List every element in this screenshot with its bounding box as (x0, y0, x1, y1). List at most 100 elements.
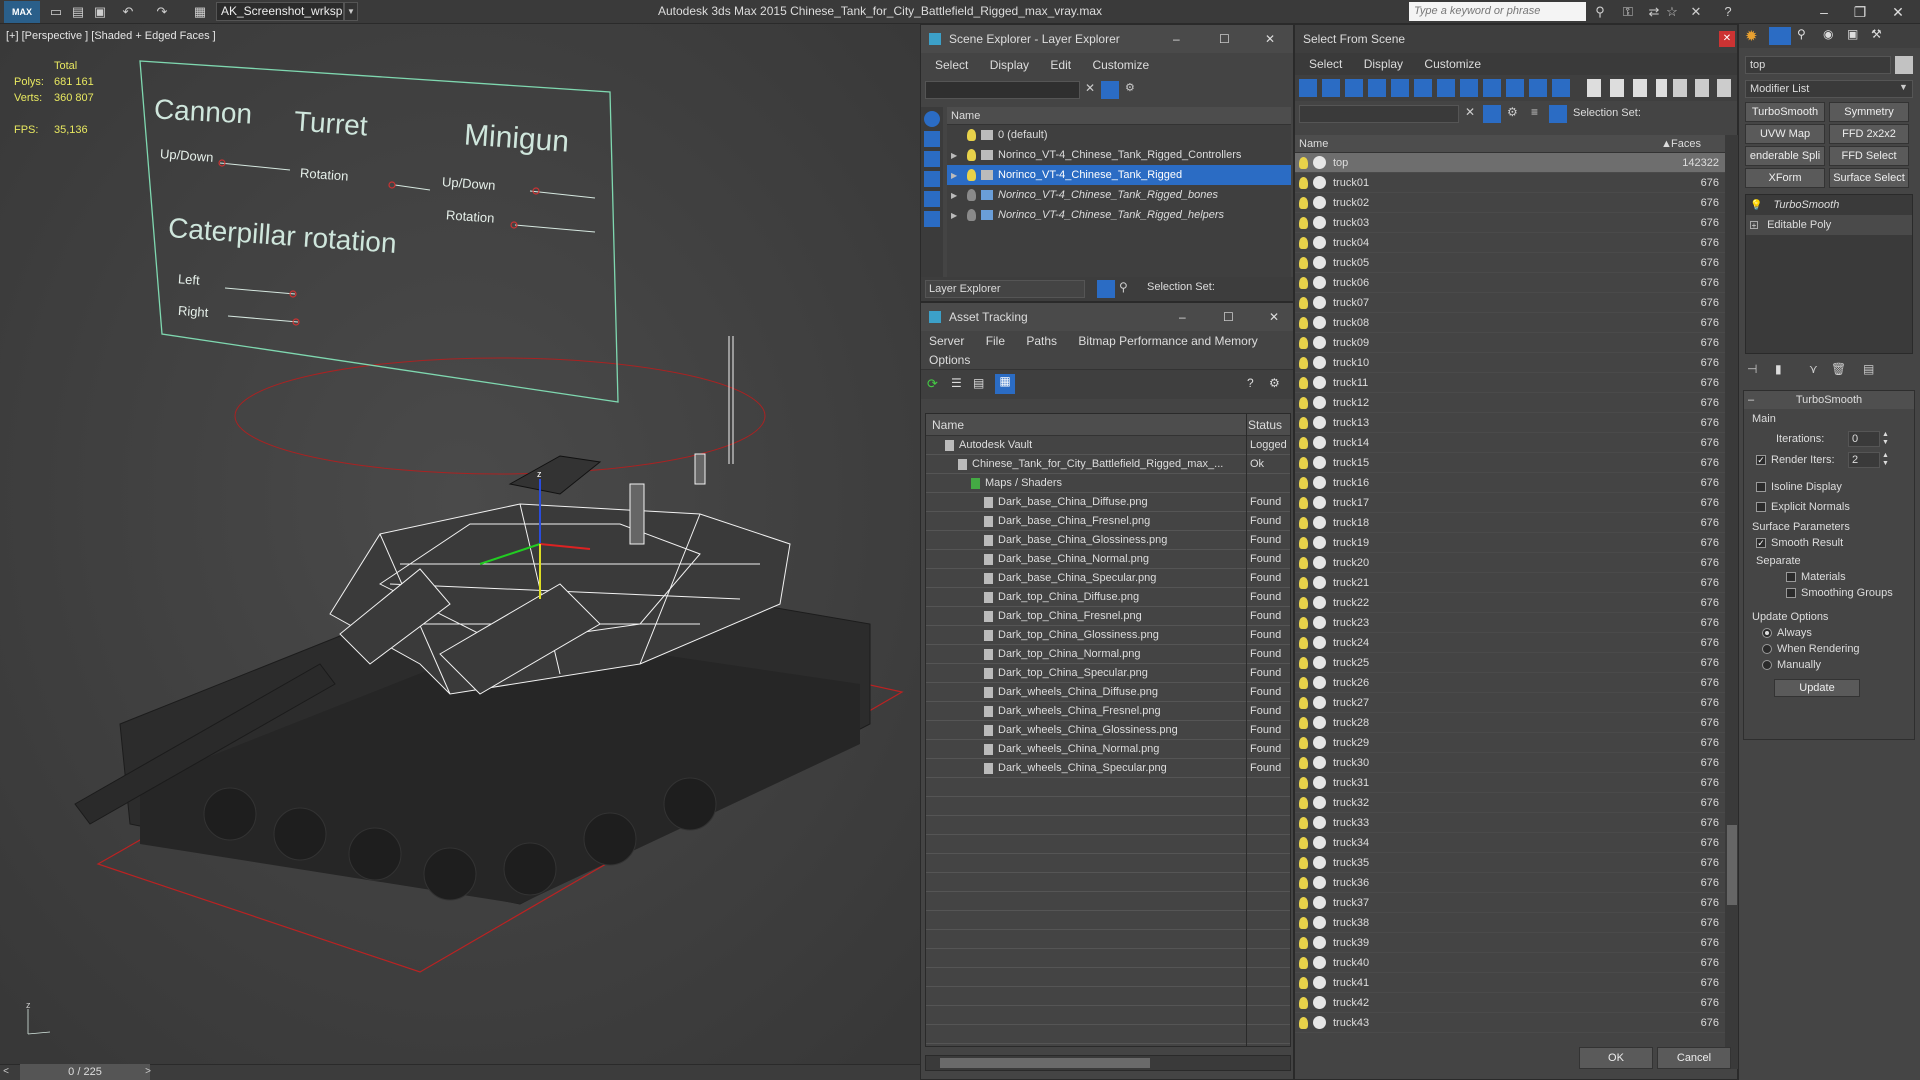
modifier-surface-select-button[interactable]: Surface Select (1829, 168, 1909, 188)
freeze-icon[interactable] (1313, 856, 1326, 869)
time-next-button[interactable]: > (142, 1064, 154, 1080)
lightbulb-icon[interactable] (967, 189, 976, 202)
lightbulb-icon[interactable] (1299, 877, 1308, 889)
time-prev-button[interactable]: < (0, 1064, 12, 1080)
display-shapes-icon[interactable] (924, 131, 940, 147)
modifier-xform-button[interactable]: XForm (1745, 168, 1825, 188)
explicit-normals-checkbox[interactable]: Explicit Normals (1756, 501, 1850, 513)
lightbulb-icon[interactable] (1299, 917, 1308, 929)
menu-bitmap-performance[interactable]: Bitmap Performance and Memory (1078, 334, 1257, 348)
stack-item-editable-poly[interactable]: + Editable Poly (1746, 215, 1912, 235)
freeze-icon[interactable] (1313, 976, 1326, 989)
expand-arrow-icon[interactable]: ▶ (951, 166, 963, 186)
object-row[interactable]: truck25 676 (1295, 653, 1725, 673)
asset-row[interactable]: Dark_wheels_China_Diffuse.png Found (926, 683, 1290, 702)
object-row[interactable]: truck11 676 (1295, 373, 1725, 393)
cancel-button[interactable]: Cancel (1657, 1047, 1731, 1069)
freeze-icon[interactable] (1313, 536, 1326, 549)
lightbulb-icon[interactable] (1299, 777, 1308, 789)
object-row[interactable]: truck22 676 (1295, 593, 1725, 613)
object-row[interactable]: truck09 676 (1295, 333, 1725, 353)
object-color-swatch[interactable] (1895, 56, 1913, 74)
display-cameras-icon[interactable] (924, 171, 940, 187)
always-radio[interactable]: Always (1762, 627, 1812, 639)
freeze-icon[interactable] (1313, 776, 1326, 789)
when-rendering-radio[interactable]: When Rendering (1762, 643, 1860, 655)
object-name-field[interactable]: top (1745, 56, 1891, 74)
object-row[interactable]: truck39 676 (1295, 933, 1725, 953)
close-window-button[interactable]: ✕ (1880, 0, 1916, 24)
freeze-icon[interactable] (1313, 396, 1326, 409)
smooth-result-checkbox[interactable]: ✓ Smooth Result (1756, 537, 1843, 549)
save-file-icon[interactable]: ▣ (92, 4, 108, 20)
modify-tab-icon[interactable] (1769, 27, 1791, 45)
object-row[interactable]: truck13 676 (1295, 413, 1725, 433)
lightbulb-icon[interactable] (1299, 937, 1308, 949)
menu-select[interactable]: Select (935, 58, 968, 72)
chevron-down-icon[interactable]: ▼ (344, 2, 358, 21)
freeze-icon[interactable] (1313, 436, 1326, 449)
freeze-icon[interactable] (1313, 296, 1326, 309)
display-lights-icon[interactable] (924, 151, 940, 167)
stack-item-turbosmooth[interactable]: 💡 TurboSmooth (1746, 195, 1912, 215)
freeze-icon[interactable] (1313, 836, 1326, 849)
object-row[interactable]: truck30 676 (1295, 753, 1725, 773)
freeze-icon[interactable] (1313, 216, 1326, 229)
object-type-filter-icons[interactable] (1299, 79, 1575, 97)
lightbulb-icon[interactable] (967, 209, 976, 222)
pin-stack-icon[interactable]: ⊣ (1747, 362, 1757, 376)
render-iters-spinner[interactable]: 2 (1848, 452, 1880, 468)
modifier-ffd-select-button[interactable]: FFD Select (1829, 146, 1909, 166)
asset-row[interactable]: Dark_base_China_Glossiness.png Found (926, 531, 1290, 550)
binoculars-icon[interactable]: ⚲ (1592, 4, 1608, 20)
modifier-ffd-button[interactable]: FFD 2x2x2 (1829, 124, 1909, 144)
clear-search-icon[interactable]: ✕ (1465, 105, 1475, 119)
viewport-label[interactable]: [+] [Perspective ] [Shaded + Edged Faces… (6, 30, 216, 42)
freeze-icon[interactable] (1313, 996, 1326, 1009)
lightbulb-icon[interactable] (1299, 257, 1308, 269)
display-helpers-icon[interactable] (924, 191, 940, 207)
freeze-icon[interactable] (1313, 816, 1326, 829)
freeze-icon[interactable] (1313, 456, 1326, 469)
lightbulb-icon[interactable] (1299, 317, 1308, 329)
lightbulb-icon[interactable] (1299, 437, 1308, 449)
modifier-turbosmooth-button[interactable]: TurboSmooth (1745, 102, 1825, 122)
lightbulb-icon[interactable] (1299, 577, 1308, 589)
freeze-icon[interactable] (1313, 416, 1326, 429)
object-row[interactable]: truck34 676 (1295, 833, 1725, 853)
close-button[interactable]: ✕ (1265, 25, 1275, 53)
menu-edit[interactable]: Edit (1050, 58, 1071, 72)
object-row[interactable]: truck23 676 (1295, 613, 1725, 633)
filter-icon[interactable] (1101, 81, 1119, 99)
perspective-viewport[interactable]: [+] [Perspective ] [Shaded + Edged Faces… (0, 24, 920, 1080)
display-geometry-icon[interactable] (924, 111, 940, 127)
layer-row[interactable]: ▶ Norinco_VT-4_Chinese_Tank_Rigged_bones (947, 185, 1291, 205)
object-row[interactable]: truck36 676 (1295, 873, 1725, 893)
lightbulb-icon[interactable] (1299, 637, 1308, 649)
object-row[interactable]: truck38 676 (1295, 913, 1725, 933)
lightbulb-icon[interactable] (1299, 657, 1308, 669)
object-row[interactable]: truck35 676 (1295, 853, 1725, 873)
lightbulb-icon[interactable] (1299, 157, 1308, 169)
layer-row[interactable]: ▶ Norinco_VT-4_Chinese_Tank_Rigged_Contro… (947, 145, 1291, 165)
asset-row[interactable]: Chinese_Tank_for_City_Battlefield_Rigged… (926, 455, 1290, 474)
menu-display[interactable]: Display (990, 58, 1029, 72)
object-row[interactable]: truck20 676 (1295, 553, 1725, 573)
object-row[interactable]: truck37 676 (1295, 893, 1725, 913)
col-name-header[interactable]: Name (932, 414, 964, 436)
object-row[interactable]: truck28 676 (1295, 713, 1725, 733)
iterations-spinner[interactable]: 0 (1848, 431, 1880, 447)
freeze-icon[interactable] (1313, 656, 1326, 669)
object-row[interactable]: truck26 676 (1295, 673, 1725, 693)
materials-checkbox[interactable]: Materials (1786, 571, 1846, 583)
lightbulb-icon[interactable] (1299, 217, 1308, 229)
object-row[interactable]: truck43 676 (1295, 1013, 1725, 1033)
lightbulb-icon[interactable] (1299, 597, 1308, 609)
layer-row[interactable]: ▶ Norinco_VT-4_Chinese_Tank_Rigged (947, 165, 1291, 185)
close-button[interactable]: ✕ (1269, 303, 1279, 331)
lightbulb-icon[interactable] (1299, 337, 1308, 349)
render-iters-checkbox[interactable]: ✓ Render Iters: (1756, 454, 1835, 466)
asset-row[interactable]: Dark_top_China_Glossiness.png Found (926, 626, 1290, 645)
expand-arrow-icon[interactable]: ▶ (951, 206, 963, 226)
app-logo[interactable]: MAX (4, 1, 40, 23)
